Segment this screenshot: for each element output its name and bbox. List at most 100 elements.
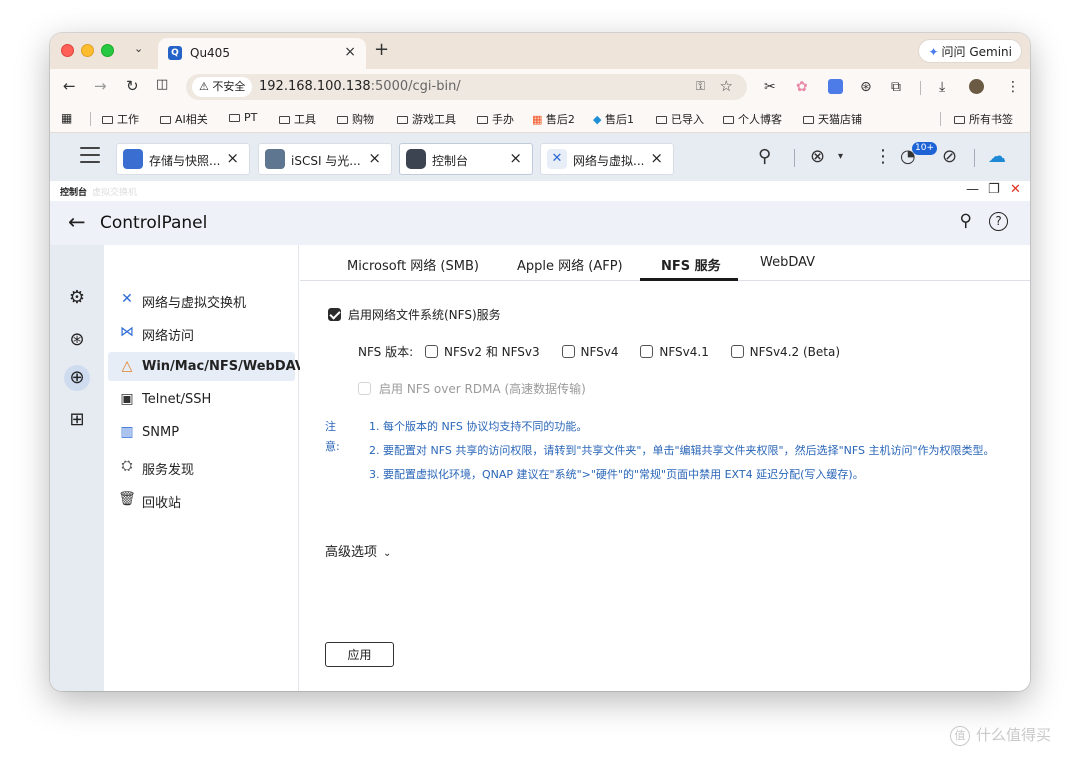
submenu-item-label: Win/Mac/NFS/WebDAV xyxy=(142,359,305,374)
extensions-puzzle-icon[interactable]: ⧉ xyxy=(891,78,901,96)
bookmark-item[interactable]: ▦ 售后2 xyxy=(532,111,575,127)
bookmark-label: 天猫店铺 xyxy=(818,113,862,126)
address-bar[interactable]: ⚠ 不安全 192.168.100.138:5000/cgi-bin/ ⚿ ☆ xyxy=(186,74,747,100)
folder-icon xyxy=(337,116,348,124)
main-menu-icon[interactable] xyxy=(80,147,100,168)
submenu-item-label: SNMP xyxy=(142,425,180,440)
dashboard-gauge-icon[interactable]: ⊘ xyxy=(942,147,957,167)
nfs-version-option[interactable]: NFSv4.2 (Beta) xyxy=(730,345,840,359)
nfs-version-option[interactable]: NFSv4 xyxy=(561,345,619,359)
apply-button[interactable]: 应用 xyxy=(325,642,394,667)
extension-cat-icon[interactable]: ✿ xyxy=(796,78,808,96)
downloads-icon[interactable]: ⤓ xyxy=(939,78,945,96)
back-arrow-icon[interactable]: ← xyxy=(68,210,86,234)
nas-tab-close-button[interactable]: × xyxy=(368,149,381,167)
nfsv2-v3-checkbox[interactable] xyxy=(424,345,438,358)
nfs-version-option[interactable]: NFSv4.1 xyxy=(640,345,709,359)
submenu-item-snmp[interactable]: ▥ SNMP xyxy=(108,418,295,447)
control-panel-gear-icon xyxy=(406,149,426,169)
bookmark-folder[interactable]: 个人博客 xyxy=(723,111,782,127)
nfs-settings-panel: Microsoft 网络 (SMB) Apple 网络 (AFP) NFS 服务… xyxy=(300,245,1030,691)
nas-tab-close-button[interactable]: × xyxy=(650,149,663,167)
submenu-item-service-discovery[interactable]: ⛭ 服务发现 xyxy=(108,452,295,481)
nas-tab-close-button[interactable]: × xyxy=(226,149,239,167)
search-icon[interactable]: ⚲ xyxy=(960,211,972,231)
submenu-item-telnet-ssh[interactable]: ▣ Telnet/SSH xyxy=(108,385,295,414)
bookmark-folder[interactable]: 手办 xyxy=(477,111,514,127)
browser-tab-active[interactable]: Q Qu405 × xyxy=(158,38,366,69)
submenu-item-win-mac-nfs[interactable]: △ Win/Mac/NFS/WebDAV xyxy=(108,352,305,381)
nas-tab-label: iSCSI 与光... xyxy=(291,154,361,168)
side-panel-icon[interactable]: ◫ xyxy=(156,77,168,92)
bookmark-folder[interactable]: 已导入 xyxy=(656,111,704,127)
extension-scissor-icon[interactable]: ✂ xyxy=(764,78,776,96)
privilege-user-icon[interactable]: ⊛ xyxy=(64,327,90,353)
all-bookmarks-button[interactable]: 所有书签 xyxy=(954,111,1013,127)
nfsv4-checkbox[interactable] xyxy=(561,345,575,358)
back-arrow-icon[interactable]: ← xyxy=(63,77,76,95)
reload-icon[interactable]: ↻ xyxy=(126,77,139,95)
browser-menu-icon[interactable]: ⋮ xyxy=(1006,78,1020,96)
bookmark-folder[interactable]: 工作 xyxy=(102,111,139,127)
nfs-version-option[interactable]: NFSv2 和 NFSv3 xyxy=(424,343,540,360)
extension-blue-icon[interactable] xyxy=(828,79,843,94)
profile-avatar[interactable] xyxy=(969,79,984,94)
network-globe-icon[interactable]: ⊕ xyxy=(64,365,90,391)
ask-gemini-button[interactable]: ✦ 问问 Gemini xyxy=(918,39,1022,63)
maximize-window-button[interactable] xyxy=(101,44,114,57)
tab-search-chevron-icon[interactable]: ⌄ xyxy=(134,42,143,55)
cloud-icon[interactable]: ☁ xyxy=(988,147,1006,167)
minimize-window-button[interactable] xyxy=(81,44,94,57)
bookmark-folder[interactable]: AI相关 xyxy=(160,111,208,127)
close-button[interactable]: ✕ xyxy=(1010,182,1021,197)
search-icon[interactable]: ⚲ xyxy=(758,147,771,167)
nas-tab-close-button[interactable]: × xyxy=(509,149,522,167)
bookmark-folder[interactable]: 购物 xyxy=(337,111,374,127)
tab-nfs[interactable]: NFS 服务 xyxy=(661,255,721,274)
submenu-item-network-access[interactable]: ⋈ 网络访问 xyxy=(108,318,295,347)
help-icon[interactable]: ? xyxy=(989,212,1008,231)
tab-afp[interactable]: Apple 网络 (AFP) xyxy=(517,255,623,274)
nas-tab-network[interactable]: ✕ 网络与虚拟... × xyxy=(540,143,674,175)
note-line: 3. 要配置虚拟化环境，QNAP 建议在"系统">"硬件"的"常规"页面中禁用 … xyxy=(369,468,864,481)
bookmark-star-icon[interactable]: ☆ xyxy=(720,77,733,95)
bookmark-folder[interactable]: 游戏工具 xyxy=(397,111,456,127)
minimize-button[interactable]: — xyxy=(966,182,979,197)
site-info-button[interactable]: ⚠ 不安全 xyxy=(192,77,253,97)
forward-arrow-icon[interactable]: → xyxy=(94,77,107,95)
toolbar-divider xyxy=(794,149,795,167)
password-key-icon[interactable]: ⚿ xyxy=(696,79,705,94)
close-window-button[interactable] xyxy=(61,44,74,57)
bookmark-item[interactable]: ◆ 售后1 xyxy=(593,111,634,127)
browser-tab-close-button[interactable]: × xyxy=(344,44,356,60)
new-tab-button[interactable]: + xyxy=(374,39,389,60)
user-account-icon[interactable]: ⊗ xyxy=(810,147,825,167)
bookmark-folder[interactable]: 天猫店铺 xyxy=(803,111,862,127)
restore-button[interactable]: ❐ xyxy=(988,182,1000,197)
nfsv4-1-checkbox[interactable] xyxy=(640,345,654,358)
nas-tab-controlpanel[interactable]: 控制台 × xyxy=(399,143,533,175)
tab-webdav[interactable]: WebDAV xyxy=(760,255,815,270)
advanced-options-toggle[interactable]: 高级选项 ⌄ xyxy=(325,541,391,560)
more-options-icon[interactable]: ⋮ xyxy=(874,147,892,167)
system-gear-icon[interactable]: ⚙ xyxy=(64,285,90,311)
nas-tab-storage[interactable]: 存储与快照... × xyxy=(116,143,250,175)
enable-nfs-checkbox[interactable] xyxy=(328,308,341,321)
all-bookmarks-label: 所有书签 xyxy=(969,113,1013,126)
extension-spiral-icon[interactable]: ⊛ xyxy=(860,78,872,96)
bookmark-folder[interactable]: 工具 xyxy=(279,111,316,127)
apps-grid-icon[interactable]: ▦ xyxy=(61,111,72,125)
trash-icon: 🗑 xyxy=(118,491,136,507)
nfsv4-2-checkbox[interactable] xyxy=(730,345,744,358)
nas-tab-label: 网络与虚拟... xyxy=(573,154,645,168)
bookmark-folder[interactable]: PT xyxy=(229,111,257,124)
submenu-item-network-switch[interactable]: ✕ 网络与虚拟交换机 xyxy=(108,285,295,314)
applications-grid-icon[interactable]: ⊞ xyxy=(64,407,90,433)
chevron-down-icon[interactable]: ▾ xyxy=(838,147,843,167)
rdma-checkbox[interactable] xyxy=(358,382,371,395)
folder-icon xyxy=(102,116,113,124)
tab-smb[interactable]: Microsoft 网络 (SMB) xyxy=(347,255,479,274)
snmp-chart-icon: ▥ xyxy=(120,424,134,440)
nas-tab-iscsi[interactable]: iSCSI 与光... × xyxy=(258,143,392,175)
submenu-item-recycle-bin[interactable]: 🗑 回收站 xyxy=(108,485,295,514)
